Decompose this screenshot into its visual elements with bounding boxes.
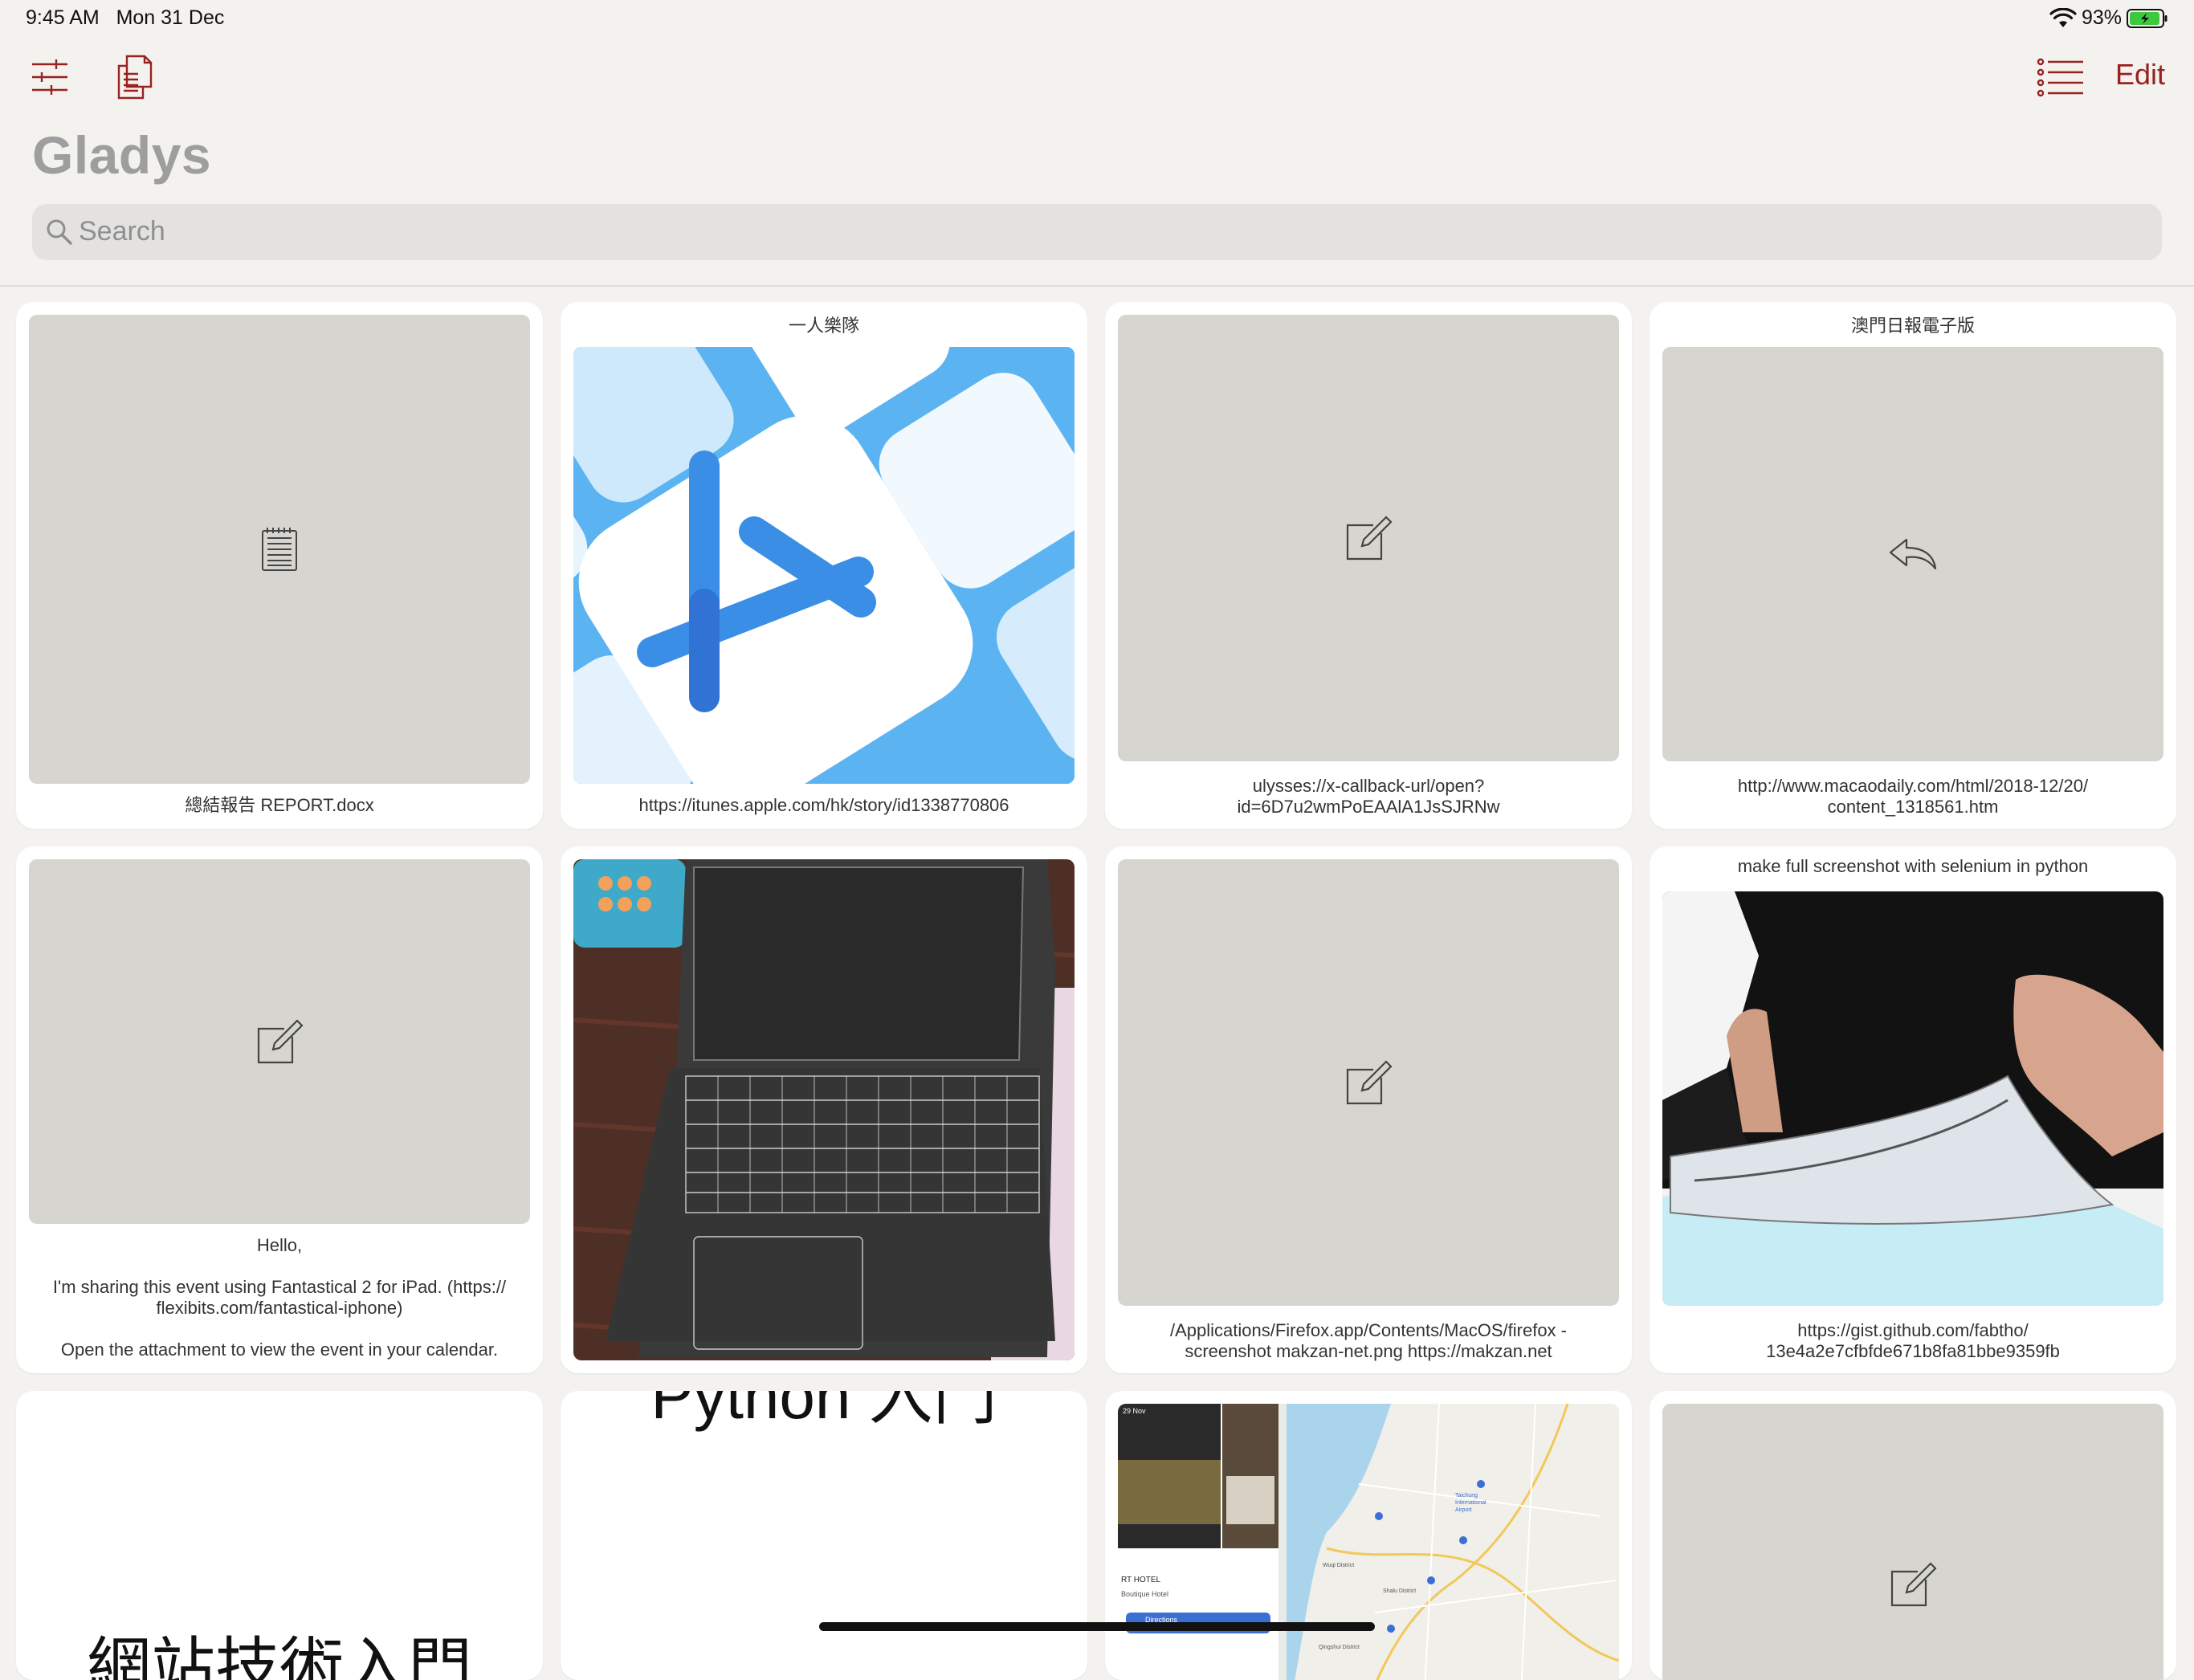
- map-label-airport: Taichung International Airport: [1455, 1493, 1486, 1513]
- item-card[interactable]: [561, 846, 1087, 1373]
- battery-percent: 93%: [2082, 6, 2123, 29]
- item-title: make full screenshot with selenium in py…: [1737, 856, 2089, 876]
- hotel-type: Boutique Hotel: [1121, 1590, 1169, 1598]
- item-placeholder: [29, 315, 530, 784]
- item-card[interactable]: /Applications/Firefox.app/Contents/MacOS…: [1105, 846, 1632, 1373]
- search-placeholder: Search: [79, 216, 165, 247]
- item-card[interactable]: 29 Nov RT HOTEL Boutique Hotel Direction…: [1105, 1391, 1632, 1680]
- search-field[interactable]: Search: [32, 204, 2162, 260]
- item-card[interactable]: Python 入門: [561, 1391, 1087, 1680]
- compose-icon: [257, 1019, 304, 1064]
- item-label: Hello, I'm sharing this event using Fant…: [52, 1235, 507, 1360]
- item-card[interactable]: 總結報告 REPORT.docx: [16, 302, 543, 829]
- app-store-artwork: [573, 347, 1075, 784]
- list-icon: [2037, 58, 2083, 97]
- item-card[interactable]: make full screenshot with selenium in py…: [1650, 846, 2176, 1373]
- status-time: 9:45 AM Mon 31 Dec: [26, 6, 225, 29]
- item-label: 總結報告 REPORT.docx: [185, 795, 374, 815]
- compose-icon: [1346, 1060, 1393, 1105]
- item-label: ulysses://x-callback-url/open? id=6D7u2w…: [1237, 776, 1500, 817]
- item-placeholder: [1118, 859, 1619, 1306]
- item-placeholder: [1662, 347, 2163, 761]
- item-placeholder: [1662, 1404, 2163, 1680]
- laptop-photo: [573, 859, 1075, 1360]
- map-date: 29 Nov: [1123, 1407, 1146, 1415]
- item-placeholder: [1118, 315, 1619, 761]
- item-title: 一人樂隊: [788, 316, 859, 336]
- map-label-district: Shalu District: [1383, 1588, 1417, 1594]
- paper-photo: [1662, 891, 2163, 1306]
- item-label: /Applications/Firefox.app/Contents/MacOS…: [1170, 1320, 1567, 1361]
- item-title: 澳門日報電子版: [1850, 316, 1975, 336]
- document-icon: [262, 528, 297, 571]
- map-screenshot: 29 Nov RT HOTEL Boutique Hotel Direction…: [1118, 1404, 1619, 1680]
- item-label: http://www.macaodaily.com/html/2018-12/2…: [1737, 776, 2089, 817]
- edit-button[interactable]: Edit: [2115, 58, 2165, 92]
- search-icon: [47, 219, 72, 245]
- item-card[interactable]: Hello, I'm sharing this event using Fant…: [16, 846, 543, 1373]
- paste-button[interactable]: [116, 55, 154, 104]
- map-label-district: Qingshui District: [1319, 1645, 1360, 1650]
- list-view-button[interactable]: [2037, 58, 2085, 102]
- item-card[interactable]: ulysses://x-callback-url/open? id=6D7u2w…: [1105, 302, 1632, 829]
- item-placeholder: [29, 859, 530, 1224]
- item-card[interactable]: 一人樂隊 https://itunes.apple.com/hk/story/i…: [561, 302, 1087, 829]
- filter-button[interactable]: [31, 58, 69, 100]
- home-indicator[interactable]: [819, 1622, 1375, 1631]
- item-card[interactable]: 網站技術入門: [16, 1391, 543, 1680]
- status-bar: 9:45 AM Mon 31 Dec 93%: [0, 0, 2194, 37]
- map-label-district: Wuqi District: [1323, 1563, 1355, 1568]
- item-label: https://gist.github.com/fabtho/ 13e4a2e7…: [1766, 1320, 2060, 1361]
- hotel-name: RT HOTEL: [1121, 1576, 1161, 1584]
- sliders-icon: [32, 59, 67, 95]
- item-card[interactable]: 澳門日報電子版 http://www.macaodaily.com/html/2…: [1650, 302, 2176, 829]
- wifi-icon: [2049, 8, 2077, 27]
- header-divider: [0, 285, 2194, 287]
- item-card[interactable]: [1650, 1391, 2176, 1680]
- compose-icon: [1890, 1562, 1937, 1607]
- reply-icon: [1889, 538, 1937, 570]
- battery-icon: [2127, 9, 2167, 28]
- compose-icon: [1346, 516, 1393, 561]
- item-label: https://itunes.apple.com/hk/story/id1338…: [638, 795, 1009, 815]
- copy-documents-icon: [117, 55, 153, 100]
- page-title: Gladys: [32, 125, 212, 185]
- text-preview: 網站技術入門: [87, 1632, 472, 1680]
- text-preview: Python 入門: [650, 1391, 997, 1432]
